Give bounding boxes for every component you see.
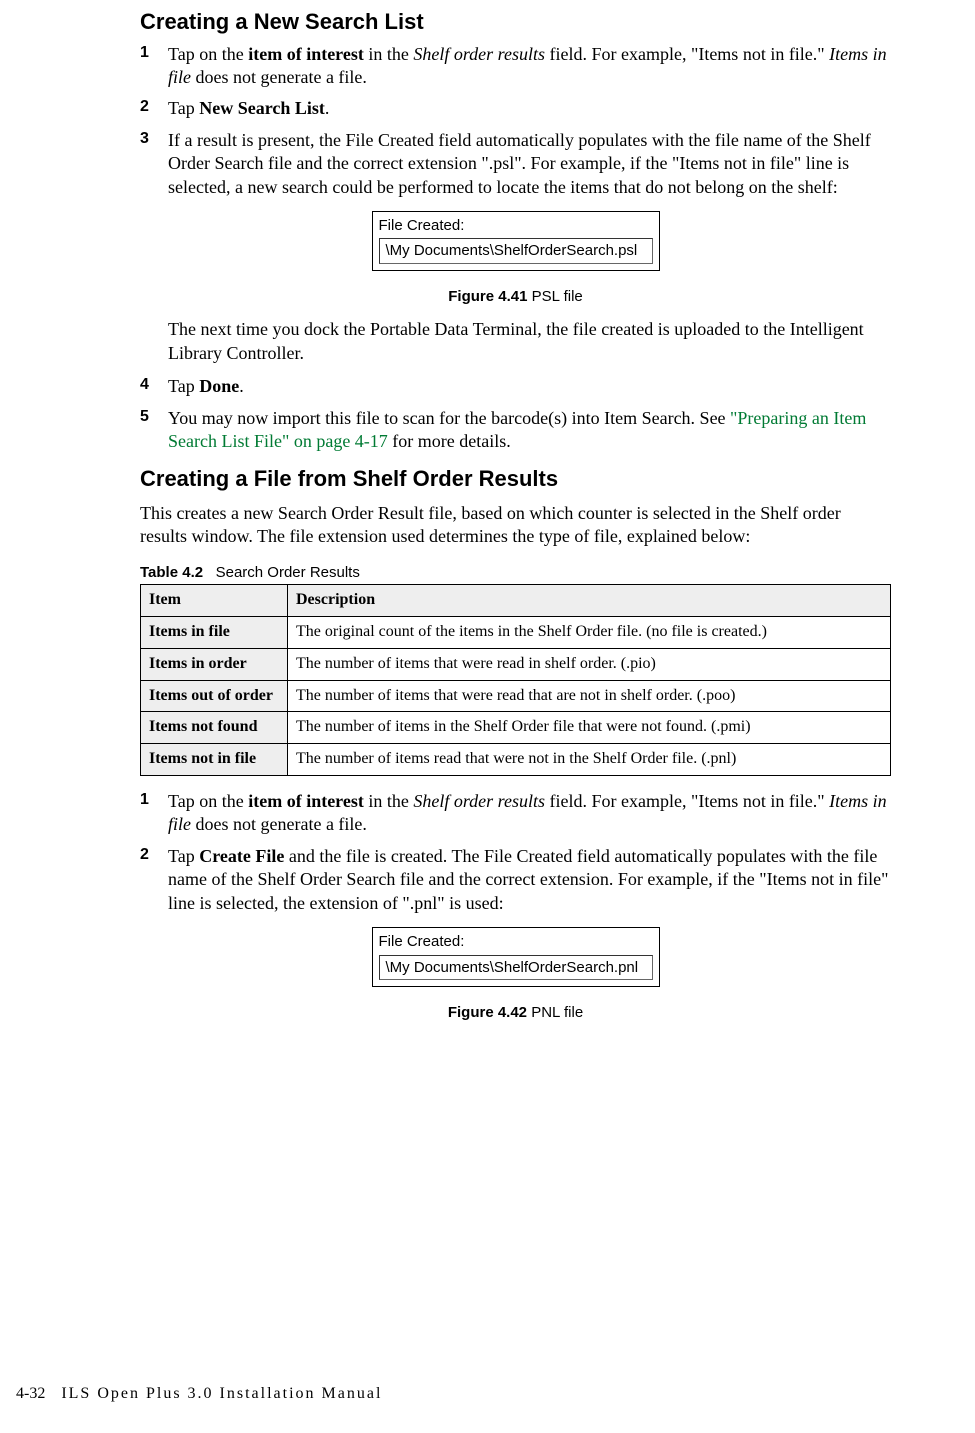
table-cell-desc: The number of items that were read that … xyxy=(288,680,891,712)
step-number: 2 xyxy=(140,845,168,915)
text: . xyxy=(239,376,244,396)
text: Tap xyxy=(168,846,199,866)
figure-caption: Figure 4.41 PSL file xyxy=(140,287,891,307)
figure-caption: Figure 4.42 PNL file xyxy=(140,1003,891,1023)
steps-section1: 1 Tap on the item of interest in the She… xyxy=(140,43,891,199)
table-label: Table 4.2 xyxy=(140,564,203,581)
page-number: 4-32 xyxy=(16,1385,45,1402)
text: does not generate a file. xyxy=(191,67,367,87)
table-cell-item: Items in file xyxy=(141,617,288,649)
caption-text: PNL file xyxy=(531,1004,583,1021)
table-cell-desc: The number of items that were read in sh… xyxy=(288,648,891,680)
text-bold: Create File xyxy=(199,846,284,866)
figure-psl-file: File Created: \My Documents\ShelfOrderSe… xyxy=(140,211,891,271)
step-body: Tap Create File and the file is created.… xyxy=(168,845,891,915)
paragraph: This creates a new Search Order Result f… xyxy=(140,502,891,549)
file-created-value: \My Documents\ShelfOrderSearch.psl xyxy=(379,238,653,264)
text: Tap xyxy=(168,376,199,396)
file-created-snippet: File Created: \My Documents\ShelfOrderSe… xyxy=(372,211,660,271)
table-cell-item: Items in order xyxy=(141,648,288,680)
text: does not generate a file. xyxy=(191,814,367,834)
table-title: Search Order Results xyxy=(216,564,360,581)
paragraph: The next time you dock the Portable Data… xyxy=(168,318,891,365)
table-row: Items in file The original count of the … xyxy=(141,617,891,649)
table-cell-desc: The number of items read that were not i… xyxy=(288,744,891,776)
figure-pnl-file: File Created: \My Documents\ShelfOrderSe… xyxy=(140,927,891,987)
step-body: Tap on the item of interest in the Shelf… xyxy=(168,43,891,90)
table-header-item: Item xyxy=(141,585,288,617)
page-footer: 4-32 ILS Open Plus 3.0 Installation Manu… xyxy=(16,1384,382,1405)
table-cell-item: Items not in file xyxy=(141,744,288,776)
text: for more details. xyxy=(388,431,511,451)
text-bold: New Search List xyxy=(199,98,325,118)
table-caption: Table 4.2 Search Order Results xyxy=(140,563,891,583)
manual-title: ILS Open Plus 3.0 Installation Manual xyxy=(61,1385,382,1402)
text: . xyxy=(325,98,330,118)
file-created-value: \My Documents\ShelfOrderSearch.pnl xyxy=(379,955,653,981)
table-cell-item: Items out of order xyxy=(141,680,288,712)
step-number: 4 xyxy=(140,375,168,398)
caption-label: Figure 4.41 xyxy=(448,288,531,305)
file-created-label: File Created: xyxy=(379,216,653,236)
step-number: 1 xyxy=(140,790,168,837)
step-number: 5 xyxy=(140,407,168,454)
step-number: 2 xyxy=(140,97,168,120)
search-order-results-table: Item Description Items in file The origi… xyxy=(140,584,891,776)
table-row: Items not in file The number of items re… xyxy=(141,744,891,776)
step-number: 1 xyxy=(140,43,168,90)
table-row: Items in order The number of items that … xyxy=(141,648,891,680)
step-body: Tap Done. xyxy=(168,375,891,398)
caption-label: Figure 4.42 xyxy=(448,1004,531,1021)
heading-create-new-search-list: Creating a New Search List xyxy=(140,8,891,37)
text: Tap on the xyxy=(168,44,248,64)
step-body: If a result is present, the File Created… xyxy=(168,129,891,199)
table-row: Items not found The number of items in t… xyxy=(141,712,891,744)
text-italic: Shelf order results xyxy=(413,44,545,64)
file-created-label: File Created: xyxy=(379,932,653,952)
table-cell-item: Items not found xyxy=(141,712,288,744)
table-header-description: Description xyxy=(288,585,891,617)
text: in the xyxy=(364,44,414,64)
text: You may now import this file to scan for… xyxy=(168,408,730,428)
text-bold: item of interest xyxy=(248,791,364,811)
caption-text: PSL file xyxy=(532,288,583,305)
steps-section2: 1 Tap on the item of interest in the She… xyxy=(140,790,891,915)
text-italic: Shelf order results xyxy=(413,791,545,811)
table-cell-desc: The number of items in the Shelf Order f… xyxy=(288,712,891,744)
text: Tap on the xyxy=(168,791,248,811)
text: in the xyxy=(364,791,414,811)
step-number: 3 xyxy=(140,129,168,199)
text: Tap xyxy=(168,98,199,118)
text: field. For example, "Items not in file." xyxy=(545,791,829,811)
step-body: Tap on the item of interest in the Shelf… xyxy=(168,790,891,837)
steps-section1b: 4 Tap Done. 5 You may now import this fi… xyxy=(140,375,891,453)
step-body: You may now import this file to scan for… xyxy=(168,407,891,454)
heading-create-file-from-shelf-order: Creating a File from Shelf Order Results xyxy=(140,465,891,494)
file-created-snippet: File Created: \My Documents\ShelfOrderSe… xyxy=(372,927,660,987)
text-bold: item of interest xyxy=(248,44,364,64)
text: field. For example, "Items not in file." xyxy=(545,44,829,64)
step-body: Tap New Search List. xyxy=(168,97,891,120)
table-cell-desc: The original count of the items in the S… xyxy=(288,617,891,649)
text-bold: Done xyxy=(199,376,239,396)
table-row: Items out of order The number of items t… xyxy=(141,680,891,712)
